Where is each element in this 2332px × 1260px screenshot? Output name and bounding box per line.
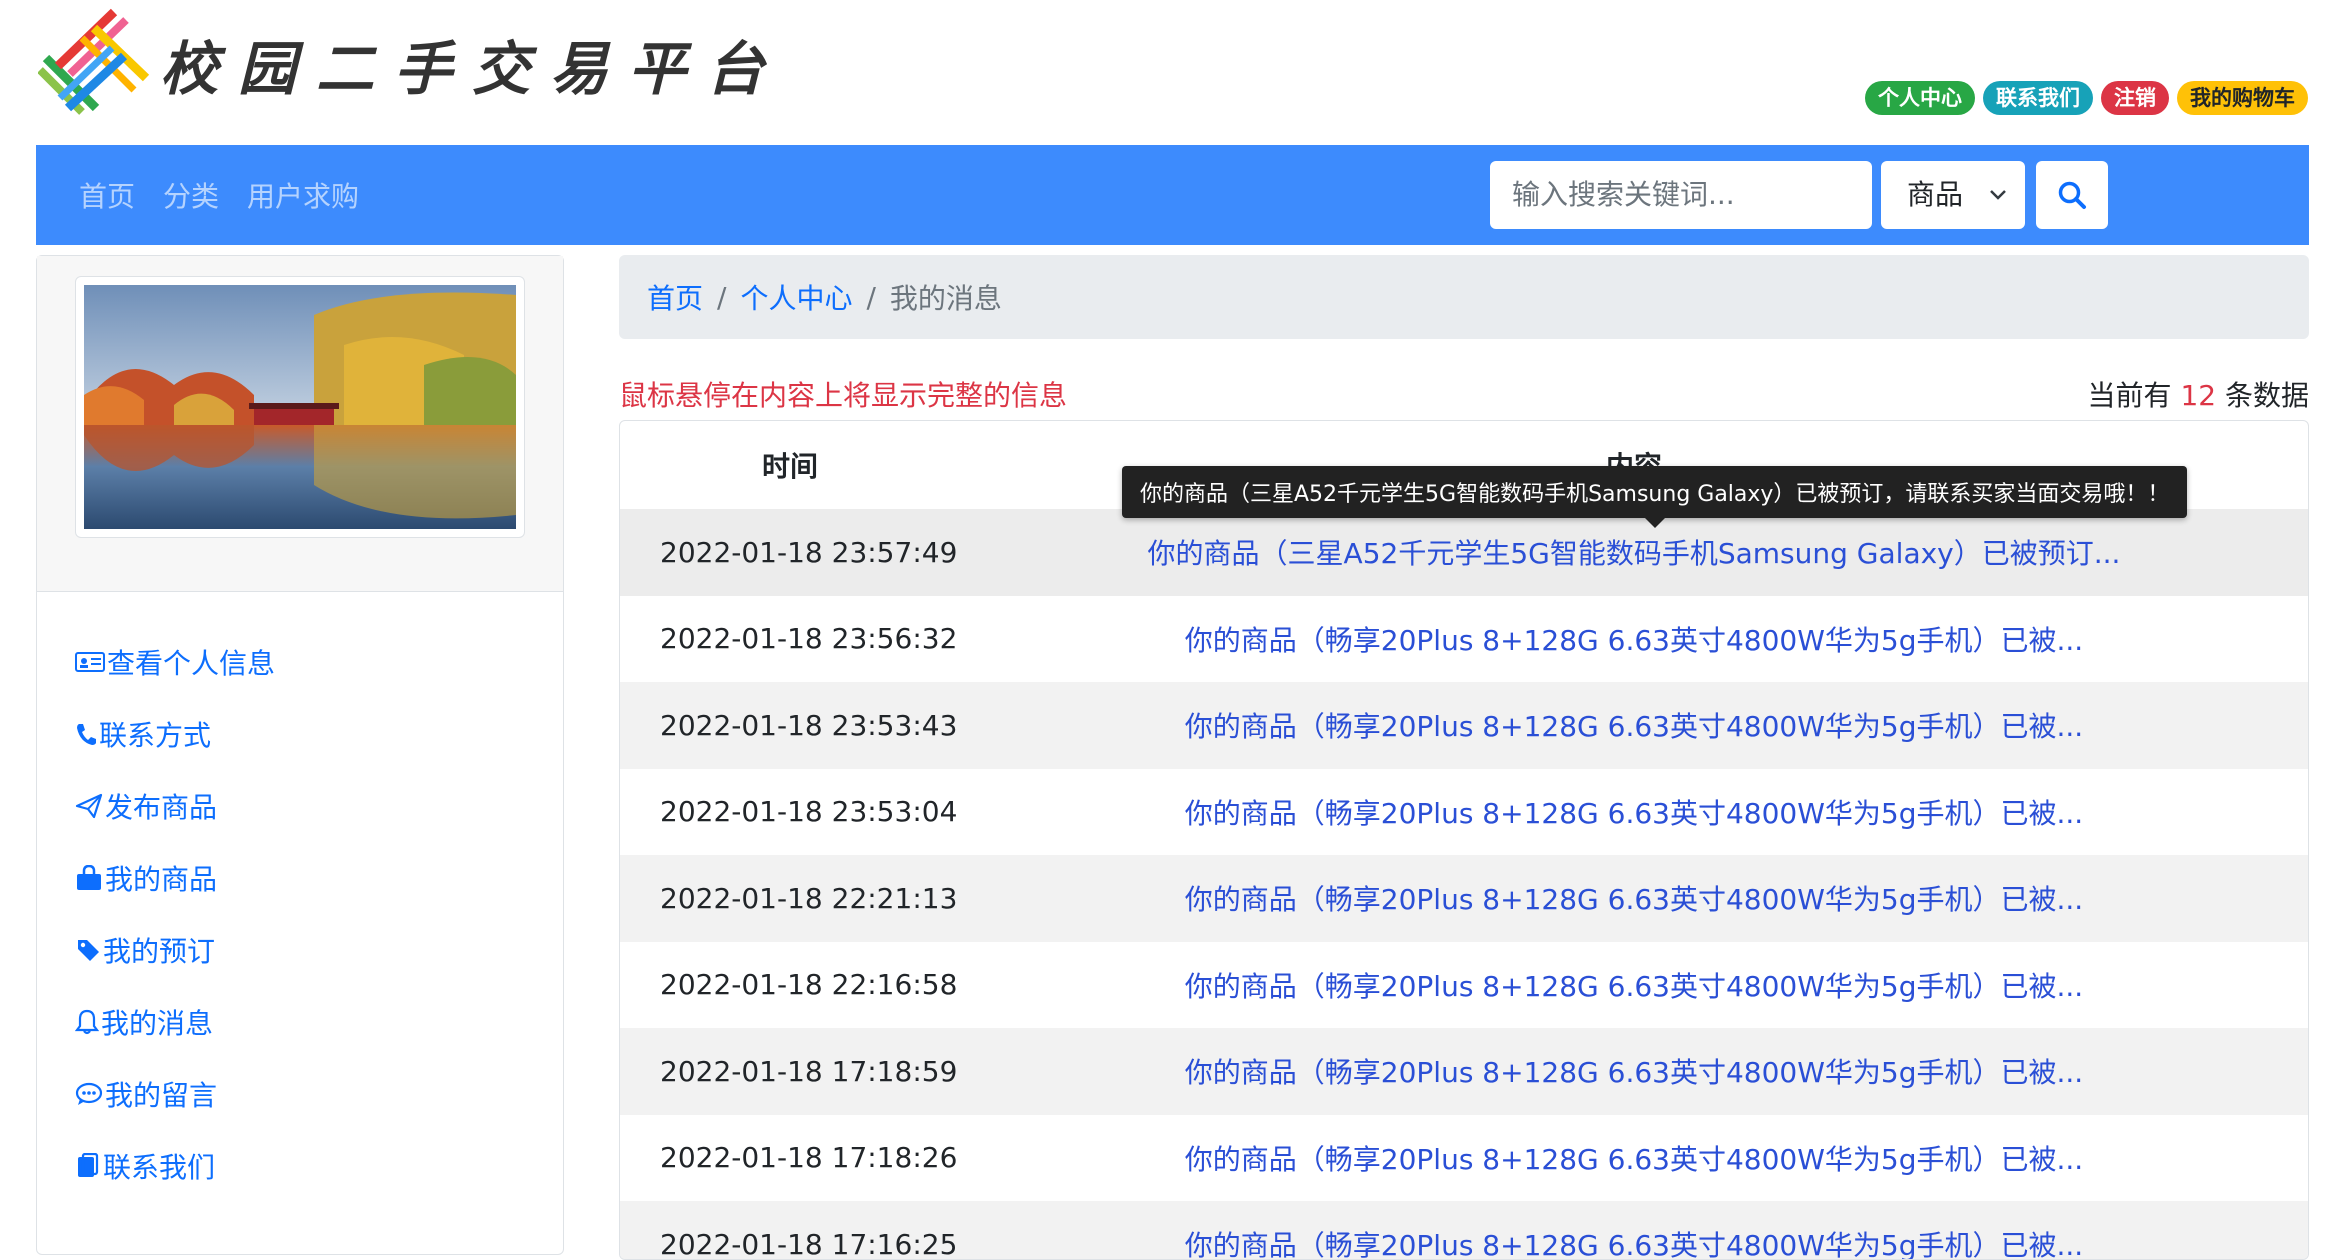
breadcrumb-personal-center[interactable]: 个人中心: [740, 277, 852, 317]
cell-content[interactable]: 你的商品（畅享20Plus 8+128G 6.63英寸4800W华为5g手机）已…: [960, 792, 2308, 832]
count-suffix: 条数据: [2224, 379, 2309, 412]
hover-hint: 鼠标悬停在内容上将显示完整的信息: [619, 379, 1068, 412]
cart-badge[interactable]: 我的购物车: [2177, 81, 2308, 115]
cell-content[interactable]: 你的商品（畅享20Plus 8+128G 6.63英寸4800W华为5g手机）已…: [960, 1138, 2308, 1178]
cell-content[interactable]: 你的商品（畅享20Plus 8+128G 6.63英寸4800W华为5g手机）已…: [960, 705, 2308, 745]
bag-icon: [77, 865, 101, 890]
clipboard-icon: [78, 1153, 99, 1177]
chat-icon: [75, 1082, 103, 1105]
menu-item-contact-us[interactable]: 联系我们: [75, 1130, 275, 1202]
menu-item-my-comments[interactable]: 我的留言: [75, 1058, 275, 1130]
menu-label: 我的留言: [105, 1079, 218, 1112]
table-body: 2022-01-18 23:57:49 你的商品（三星A52千元学生5G智能数码手…: [620, 509, 2308, 1260]
search-icon: [2058, 181, 2086, 209]
menu-item-my-messages[interactable]: 我的消息: [75, 986, 275, 1058]
nav-links: 首页 分类 用户求购: [79, 175, 359, 215]
search-type-value: 商品: [1907, 178, 1964, 211]
menu-label: 发布商品: [105, 791, 218, 824]
table-row: 2022-01-18 22:21:13 你的商品（畅享20Plus 8+128G …: [620, 855, 2308, 942]
count-value: 12: [2180, 379, 2217, 412]
site-brand: 校园二手交易平台: [160, 35, 785, 103]
personal-center-badge[interactable]: 个人中心: [1865, 81, 1975, 115]
tag-icon: [78, 940, 99, 961]
sidebar-menu: 查看个人信息 联系方式 发布商品 我的商品 我的预订 我的消息 我的留言 联系我…: [75, 626, 275, 1202]
tooltip-text: 你的商品（三星A52千元学生5G智能数码手机Samsung Galaxy）已被预…: [1140, 482, 2170, 507]
menu-label: 联系方式: [99, 719, 212, 752]
menu-label: 查看个人信息: [107, 647, 276, 680]
chevron-down-icon: [1989, 161, 2007, 254]
header-badges: 个人中心 联系我们 注销 我的购物车: [1865, 81, 2308, 115]
menu-label: 我的商品: [105, 863, 218, 896]
navbar: 首页 分类 用户求购 输入搜索关键词... 商品: [36, 145, 2309, 245]
breadcrumb-home[interactable]: 首页: [647, 277, 703, 317]
nav-link-home[interactable]: 首页: [79, 175, 135, 215]
profile-thumbnail: [75, 276, 525, 538]
cell-time: 2022-01-18 23:53:04: [660, 795, 958, 829]
menu-label: 我的预订: [103, 935, 216, 968]
cell-time: 2022-01-18 17:16:25: [660, 1227, 958, 1260]
cell-time: 2022-01-18 17:18:59: [660, 1054, 958, 1088]
tooltip-arrow: [1644, 518, 1665, 528]
table-row: 2022-01-18 23:53:04 你的商品（畅享20Plus 8+128G …: [620, 769, 2308, 856]
cell-time: 2022-01-18 22:21:13: [660, 881, 958, 915]
table-row: 2022-01-18 17:16:25 你的商品（畅享20Plus 8+128G …: [620, 1201, 2308, 1260]
breadcrumb: 首页 / 个人中心 / 我的消息: [619, 255, 2309, 339]
messages-table: 时间 内容 2022-01-18 23:57:49你的商品（三星A52千元学生5…: [619, 420, 2309, 1260]
send-icon: [75, 793, 103, 819]
cell-content[interactable]: 你的商品（畅享20Plus 8+128G 6.63英寸4800W华为5g手机）已…: [960, 965, 2308, 1005]
breadcrumb-separator: /: [717, 280, 727, 314]
menu-label: 联系我们: [103, 1151, 216, 1184]
cell-time: 2022-01-18 23:53:43: [660, 708, 958, 742]
cell-time: 2022-01-18 17:18:26: [660, 1141, 958, 1175]
content-tooltip: 你的商品（三星A52千元学生5G智能数码手机Samsung Galaxy）已被预…: [1122, 466, 2188, 528]
logout-badge[interactable]: 注销: [2101, 81, 2169, 115]
cell-time: 2022-01-18 23:56:32: [660, 622, 958, 656]
cell-content[interactable]: 你的商品（畅享20Plus 8+128G 6.63英寸4800W华为5g手机）已…: [960, 1051, 2308, 1091]
table-row: 2022-01-18 22:16:58 你的商品（畅享20Plus 8+128G …: [620, 942, 2308, 1029]
nav-link-category[interactable]: 分类: [163, 175, 219, 215]
menu-item-my-bookings[interactable]: 我的预订: [75, 914, 275, 986]
cell-content[interactable]: 你的商品（畅享20Plus 8+128G 6.63英寸4800W华为5g手机）已…: [960, 878, 2308, 918]
breadcrumb-current: 我的消息: [889, 282, 1002, 315]
column-header-time: 时间: [761, 450, 818, 483]
cell-content[interactable]: 你的商品（畅享20Plus 8+128G 6.63英寸4800W华为5g手机）已…: [960, 1224, 2308, 1259]
sidebar-image-panel: [37, 256, 563, 592]
menu-item-profile[interactable]: 查看个人信息: [75, 626, 275, 698]
record-count: 当前有 12 条数据: [2088, 374, 2309, 414]
contact-us-badge[interactable]: 联系我们: [1983, 81, 2093, 115]
telephone-icon: [77, 724, 96, 745]
table-row: 2022-01-18 23:53:43 你的商品（畅享20Plus 8+128G …: [620, 682, 2308, 769]
cell-content[interactable]: 你的商品（三星A52千元学生5G智能数码手机Samsung Galaxy）已被预…: [960, 532, 2308, 572]
table-row: 2022-01-18 17:18:59 你的商品（畅享20Plus 8+128G …: [620, 1028, 2308, 1115]
site-logo: [38, 8, 150, 115]
id-card-icon: [75, 652, 105, 672]
search-type-select[interactable]: 商品: [1881, 161, 2025, 229]
menu-item-contact-info[interactable]: 联系方式: [75, 698, 275, 770]
menu-label: 我的消息: [101, 1007, 214, 1040]
search-button[interactable]: [2036, 161, 2108, 229]
table-row: 2022-01-18 23:56:32 你的商品（畅享20Plus 8+128G …: [620, 596, 2308, 683]
search-input[interactable]: 输入搜索关键词...: [1490, 161, 1872, 229]
cell-content[interactable]: 你的商品（畅享20Plus 8+128G 6.63英寸4800W华为5g手机）已…: [960, 619, 2308, 659]
cell-time: 2022-01-18 22:16:58: [660, 968, 958, 1002]
breadcrumb-separator: /: [866, 280, 876, 314]
menu-item-my-goods[interactable]: 我的商品: [75, 842, 275, 914]
count-prefix: 当前有: [2087, 379, 2172, 412]
sidebar: 查看个人信息 联系方式 发布商品 我的商品 我的预订 我的消息 我的留言 联系我…: [36, 255, 564, 1255]
menu-item-publish[interactable]: 发布商品: [75, 770, 275, 842]
table-row: 2022-01-18 17:18:26 你的商品（畅享20Plus 8+128G …: [620, 1115, 2308, 1202]
landscape-photo: [84, 285, 516, 529]
bell-icon: [75, 1009, 99, 1035]
cell-time: 2022-01-18 23:57:49: [660, 535, 958, 569]
table-row: 2022-01-18 23:57:49 你的商品（三星A52千元学生5G智能数码手…: [620, 509, 2308, 596]
nav-link-requests[interactable]: 用户求购: [247, 175, 359, 215]
